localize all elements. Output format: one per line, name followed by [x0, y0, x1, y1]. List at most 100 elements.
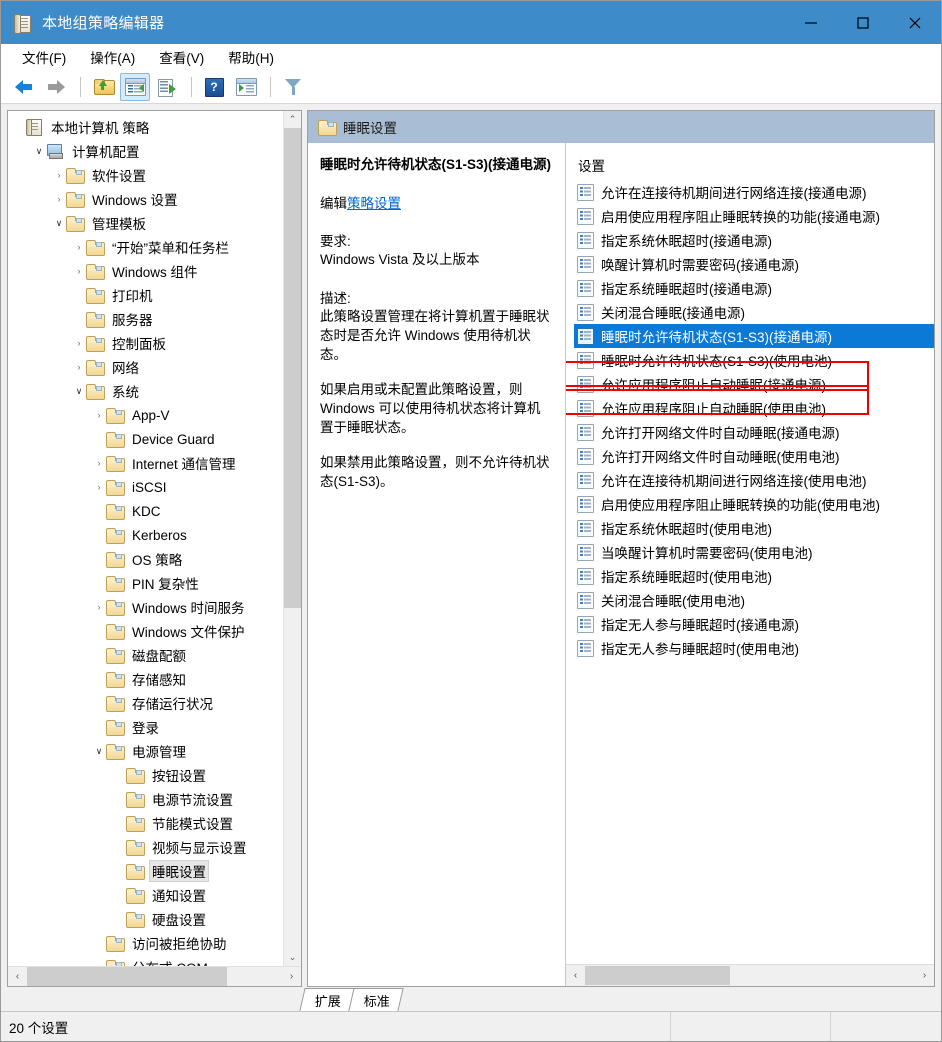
settings-list-item[interactable]: 指定无人参与睡眠超时(接通电源): [574, 612, 934, 636]
menu-action[interactable]: 操作(A): [79, 44, 146, 70]
chevron-right-icon[interactable]: ›: [52, 170, 66, 180]
policy-setting-link[interactable]: 策略设置: [347, 196, 401, 211]
chevron-right-icon[interactable]: ›: [72, 362, 86, 372]
tree-item[interactable]: 存储感知: [8, 667, 283, 691]
settings-list-item[interactable]: 指定系统休眠超时(使用电池): [574, 516, 934, 540]
tree-item[interactable]: › App-V: [8, 403, 283, 427]
tree-item[interactable]: 磁盘配额: [8, 643, 283, 667]
settings-hscroll-thumb[interactable]: [585, 966, 730, 985]
settings-list-item[interactable]: 当唤醒计算机时需要密码(使用电池): [574, 540, 934, 564]
settings-list-item[interactable]: 关闭混合睡眠(接通电源): [574, 300, 934, 324]
settings-list-item[interactable]: 指定无人参与睡眠超时(使用电池): [574, 636, 934, 660]
tree-item[interactable]: 登录: [8, 715, 283, 739]
tree-item[interactable]: 视频与显示设置: [8, 835, 283, 859]
tree-item[interactable]: 本地计算机 策略: [8, 115, 283, 139]
settings-hscroll-track[interactable]: [585, 966, 915, 985]
tree-scroll-down-button[interactable]: ⌄: [284, 949, 301, 966]
tree-item[interactable]: › Windows 时间服务: [8, 595, 283, 619]
tree-item[interactable]: › 网络: [8, 355, 283, 379]
tree-scroll-thumb[interactable]: [284, 128, 301, 608]
tree-vertical-scrollbar[interactable]: ⌃ ⌄: [283, 111, 301, 966]
chevron-right-icon[interactable]: ›: [72, 338, 86, 348]
tree-horizontal-scrollbar[interactable]: ‹ ›: [8, 966, 301, 986]
tab-standard[interactable]: 标准: [348, 988, 404, 1011]
chevron-down-icon[interactable]: ∨: [32, 146, 46, 157]
settings-list-item[interactable]: 允许应用程序阻止自动睡眠(接通电源): [574, 372, 934, 396]
maximize-button[interactable]: [837, 1, 889, 44]
settings-list-item[interactable]: 睡眠时允许待机状态(S1-S3)(接通电源): [574, 324, 934, 348]
tree-item[interactable]: ∨ 计算机配置: [8, 139, 283, 163]
tree-item[interactable]: › “开始”菜单和任务栏: [8, 235, 283, 259]
chevron-right-icon[interactable]: ›: [92, 482, 106, 492]
show-hide-console-tree-button[interactable]: [120, 73, 150, 101]
tree-item[interactable]: 按钮设置: [8, 763, 283, 787]
chevron-right-icon[interactable]: ›: [72, 242, 86, 252]
chevron-right-icon[interactable]: ›: [72, 266, 86, 276]
filter-button[interactable]: [278, 73, 308, 101]
forward-button[interactable]: [41, 73, 71, 101]
tree-item[interactable]: ∨ 管理模板: [8, 211, 283, 235]
minimize-button[interactable]: [785, 1, 837, 44]
chevron-right-icon[interactable]: ›: [92, 410, 106, 420]
settings-list-item[interactable]: 指定系统休眠超时(接通电源): [574, 228, 934, 252]
tree-item[interactable]: › 软件设置: [8, 163, 283, 187]
settings-list-item[interactable]: 关闭混合睡眠(使用电池): [574, 588, 934, 612]
tree-item[interactable]: › Windows 组件: [8, 259, 283, 283]
tree-item[interactable]: OS 策略: [8, 547, 283, 571]
settings-list-item[interactable]: 唤醒计算机时需要密码(接通电源): [574, 252, 934, 276]
settings-list-item[interactable]: 允许打开网络文件时自动睡眠(使用电池): [574, 444, 934, 468]
settings-list-item[interactable]: 启用使应用程序阻止睡眠转换的功能(使用电池): [574, 492, 934, 516]
tree-hscroll-thumb[interactable]: [27, 967, 227, 986]
tree-item[interactable]: 电源节流设置: [8, 787, 283, 811]
settings-list-item[interactable]: 允许在连接待机期间进行网络连接(接通电源): [574, 180, 934, 204]
tree-item[interactable]: › Windows 设置: [8, 187, 283, 211]
tree-item[interactable]: › iSCSI: [8, 475, 283, 499]
settings-list-item[interactable]: 指定系统睡眠超时(使用电池): [574, 564, 934, 588]
settings-list-item[interactable]: 睡眠时允许待机状态(S1-S3)(使用电池): [574, 348, 934, 372]
menu-view[interactable]: 查看(V): [148, 44, 215, 70]
tree-item[interactable]: 硬盘设置: [8, 907, 283, 931]
tree-item[interactable]: › Internet 通信管理: [8, 451, 283, 475]
show-hide-action-pane-button[interactable]: [231, 73, 261, 101]
tree-item[interactable]: 访问被拒绝协助: [8, 931, 283, 955]
tree-item[interactable]: 节能模式设置: [8, 811, 283, 835]
settings-scroll-right-button[interactable]: ›: [915, 966, 934, 985]
tree-item[interactable]: 服务器: [8, 307, 283, 331]
chevron-down-icon[interactable]: ∨: [72, 386, 86, 397]
chevron-down-icon[interactable]: ∨: [52, 218, 66, 229]
settings-list-item[interactable]: 指定系统睡眠超时(接通电源): [574, 276, 934, 300]
tree-scroll-up-button[interactable]: ⌃: [284, 111, 301, 128]
tree-item[interactable]: ∨ 系统: [8, 379, 283, 403]
settings-list-item[interactable]: 允许在连接待机期间进行网络连接(使用电池): [574, 468, 934, 492]
settings-scroll-left-button[interactable]: ‹: [566, 966, 585, 985]
tree-item[interactable]: 打印机: [8, 283, 283, 307]
tree-scroll-left-button[interactable]: ‹: [8, 967, 27, 986]
settings-list-item[interactable]: 启用使应用程序阻止睡眠转换的功能(接通电源): [574, 204, 934, 228]
chevron-right-icon[interactable]: ›: [52, 194, 66, 204]
chevron-right-icon[interactable]: ›: [92, 458, 106, 468]
tree-item[interactable]: Device Guard: [8, 427, 283, 451]
tree-item[interactable]: PIN 复杂性: [8, 571, 283, 595]
tree-scroll-track[interactable]: [284, 128, 301, 949]
settings-list-item[interactable]: 允许打开网络文件时自动睡眠(接通电源): [574, 420, 934, 444]
export-list-button[interactable]: [152, 73, 182, 101]
tab-extended[interactable]: 扩展: [299, 988, 355, 1011]
help-button[interactable]: ?: [199, 73, 229, 101]
tree-item[interactable]: ›分布式 COM: [8, 955, 283, 966]
settings-horizontal-scrollbar[interactable]: ‹ ›: [566, 964, 934, 986]
back-button[interactable]: [9, 73, 39, 101]
up-one-level-button[interactable]: [88, 73, 118, 101]
tree-item[interactable]: KDC: [8, 499, 283, 523]
tree-item[interactable]: ∨ 电源管理: [8, 739, 283, 763]
menu-file[interactable]: 文件(F): [11, 44, 77, 70]
tree-item[interactable]: 睡眠设置: [8, 859, 283, 883]
chevron-down-icon[interactable]: ∨: [92, 746, 106, 757]
tree-scroll-right-button[interactable]: ›: [282, 967, 301, 986]
settings-list-item[interactable]: 允许应用程序阻止自动睡眠(使用电池): [574, 396, 934, 420]
tree-item[interactable]: › 控制面板: [8, 331, 283, 355]
tree-item[interactable]: 通知设置: [8, 883, 283, 907]
tree-item[interactable]: 存储运行状况: [8, 691, 283, 715]
menu-help[interactable]: 帮助(H): [217, 44, 285, 70]
chevron-right-icon[interactable]: ›: [92, 602, 106, 612]
tree-item[interactable]: Kerberos: [8, 523, 283, 547]
